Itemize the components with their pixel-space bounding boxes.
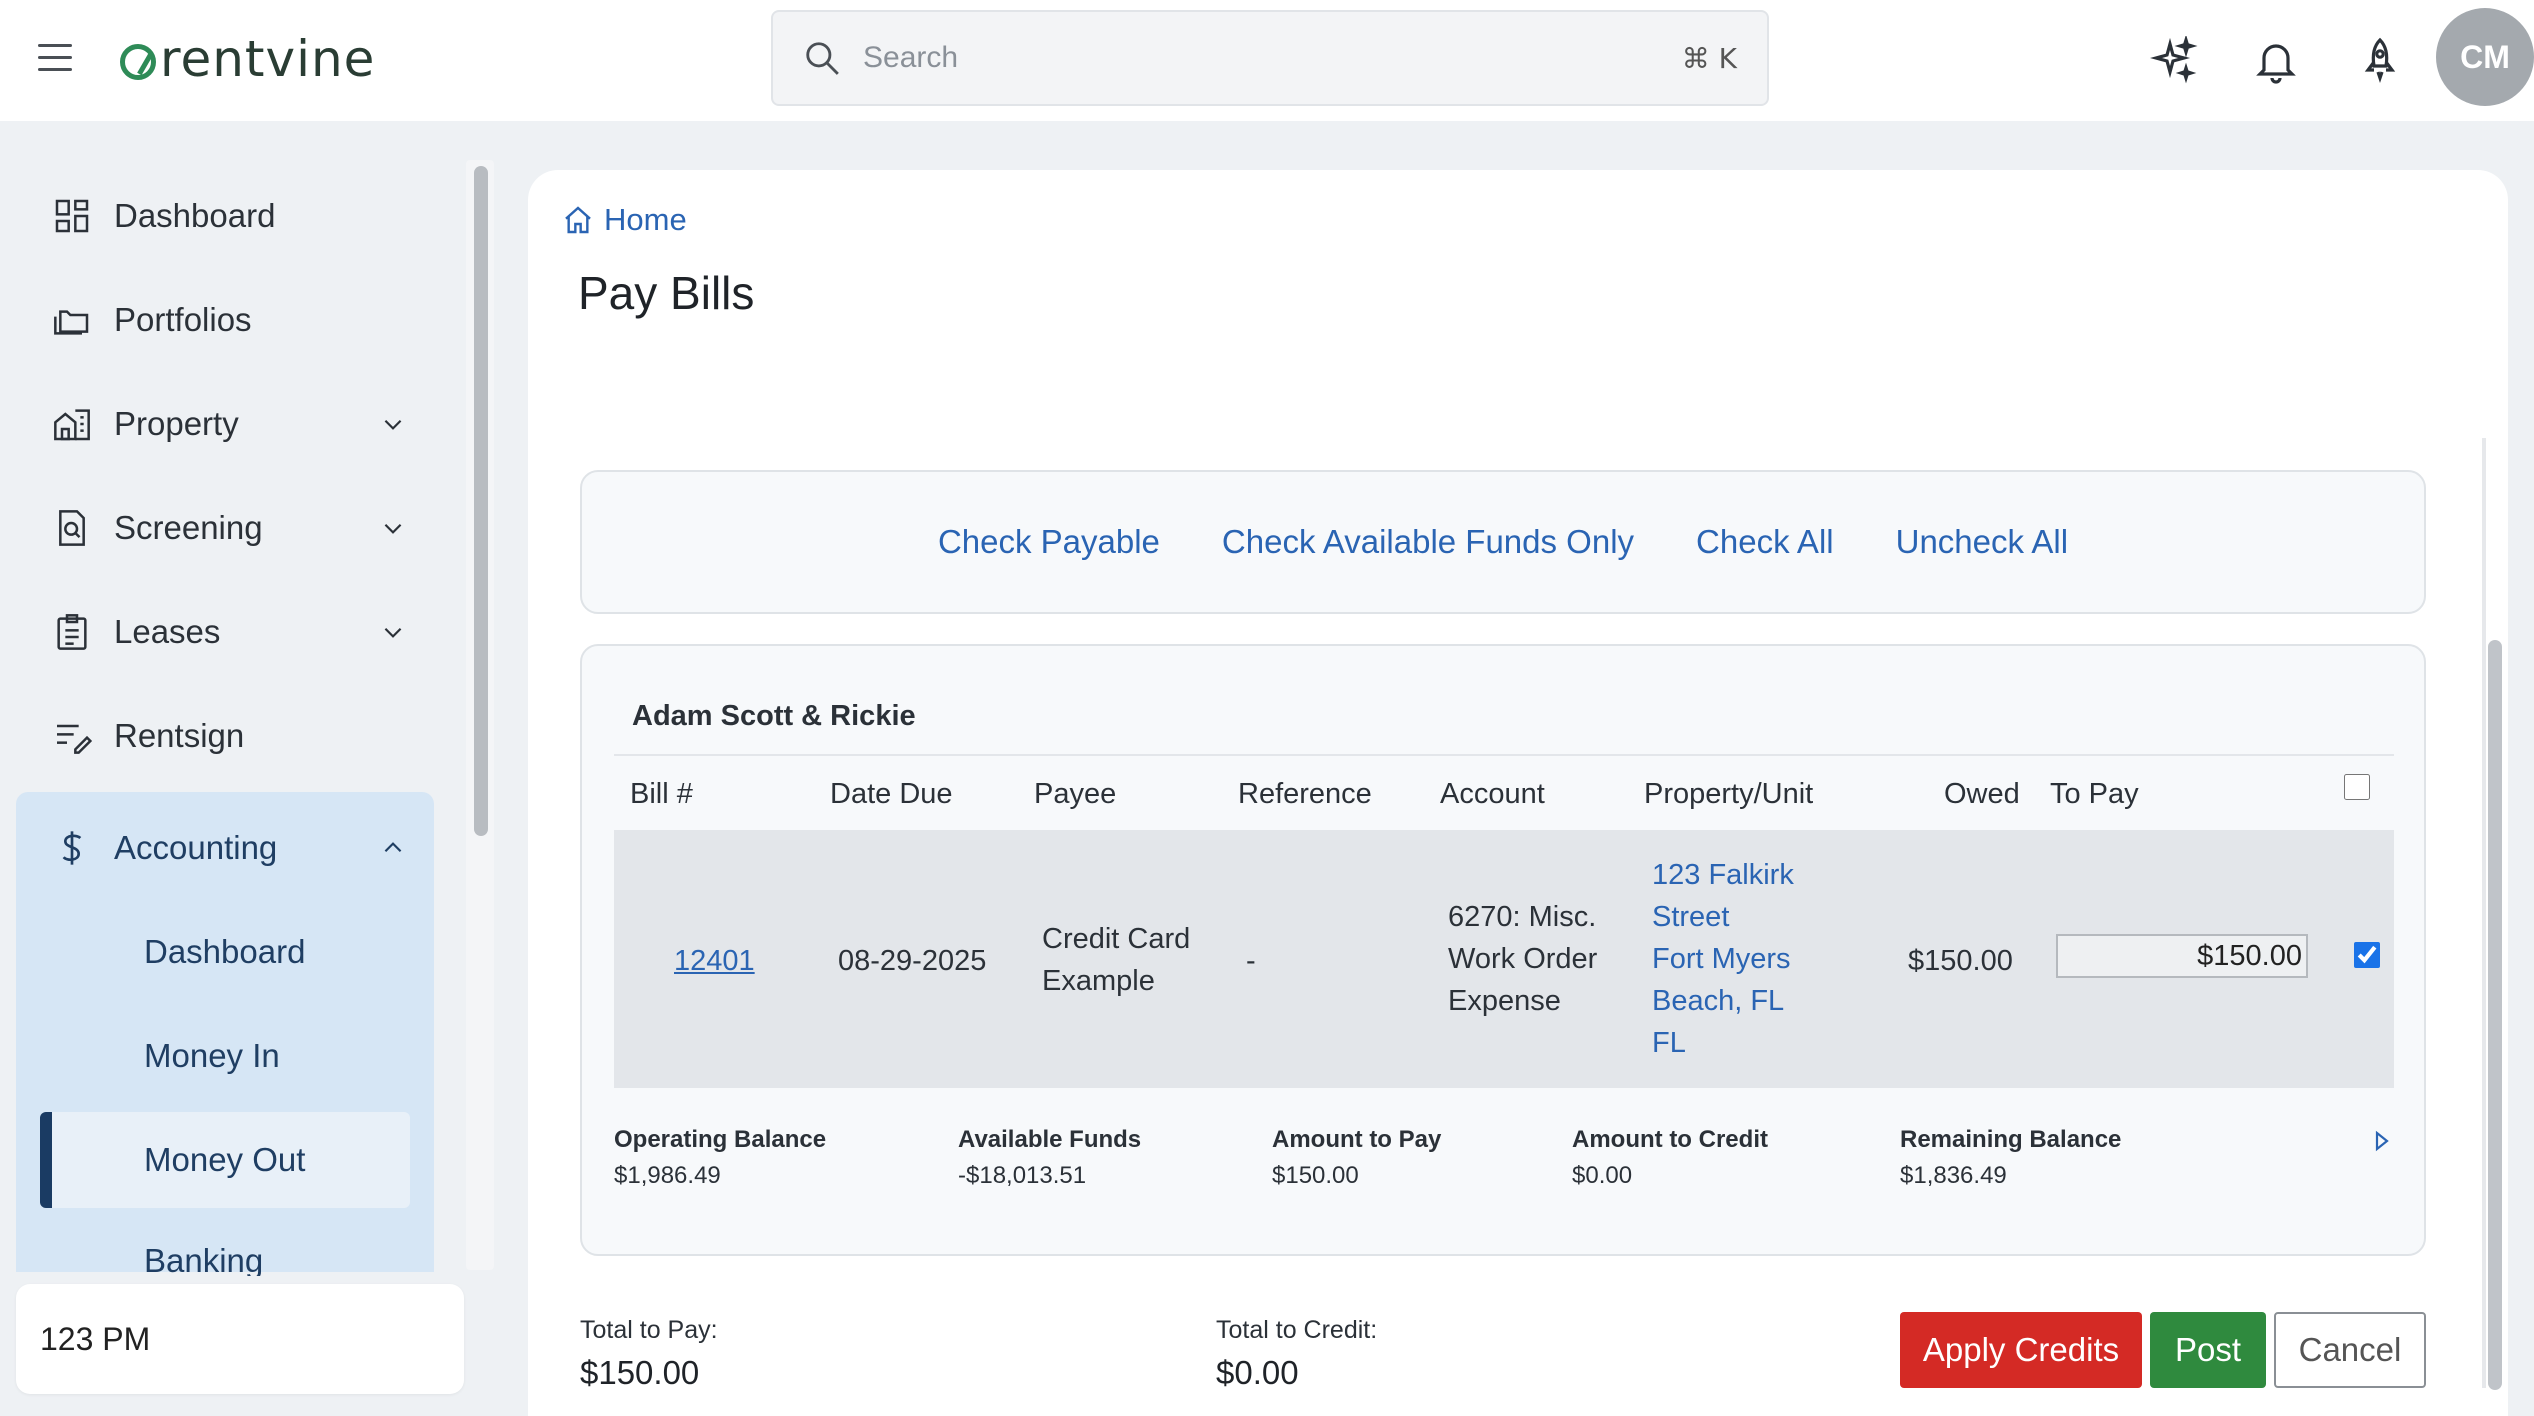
logo-leaf-icon bbox=[120, 44, 156, 80]
bill-payee: Credit Card Example bbox=[1042, 923, 1191, 997]
col-header-date-due: Date Due bbox=[830, 778, 953, 810]
search-shortcut: ⌘ K bbox=[1681, 41, 1737, 75]
document-search-icon bbox=[59, 510, 85, 546]
bell-icon[interactable] bbox=[2252, 36, 2300, 84]
building-icon bbox=[54, 409, 90, 441]
check-all-button[interactable]: Check All bbox=[1696, 523, 1834, 561]
summary-value-remaining-balance: $1,836.49 bbox=[1900, 1162, 2007, 1189]
page-title: Pay Bills bbox=[578, 267, 755, 319]
vendor-name: Adam Scott & Rickie bbox=[632, 700, 916, 732]
chevron-down-icon bbox=[384, 419, 402, 430]
check-payable-button[interactable]: Check Payable bbox=[938, 523, 1160, 561]
summary-label-amount-to-pay: Amount to Pay bbox=[1272, 1126, 1442, 1153]
chevron-down-icon bbox=[384, 627, 402, 638]
sidebar-subitem-money-in[interactable]: Money In bbox=[40, 1008, 410, 1104]
sidebar-item-label: Accounting bbox=[114, 829, 278, 866]
total-to-pay-value: $150.00 bbox=[580, 1354, 700, 1391]
sidebar-scroll-thumb[interactable] bbox=[474, 166, 488, 836]
main-scroll-thumb[interactable] bbox=[2488, 640, 2502, 1390]
summary-label-remaining-balance: Remaining Balance bbox=[1900, 1126, 2122, 1153]
col-header-property-unit: Property/Unit bbox=[1644, 778, 1814, 810]
sidebar-item-label: Portfolios bbox=[114, 301, 252, 338]
folders-icon bbox=[54, 310, 89, 335]
sidebar-item-label: Leases bbox=[114, 613, 221, 650]
sidebar-item-rentsign[interactable]: Rentsign bbox=[16, 688, 436, 784]
sidebar-item-label: Screening bbox=[114, 509, 263, 546]
sparkle-icon[interactable] bbox=[2150, 36, 2198, 84]
sidebar-item-portfolios[interactable]: Portfolios bbox=[16, 272, 436, 368]
apply-credits-button[interactable]: Apply Credits bbox=[1900, 1312, 2142, 1388]
col-header-to-pay: To Pay bbox=[2050, 778, 2139, 810]
dashboard-grid-icon bbox=[55, 199, 89, 233]
col-header-owed: Owed bbox=[1944, 778, 2020, 810]
sidebar-item-accounting[interactable]: Accounting bbox=[16, 800, 436, 896]
total-to-credit-value: $0.00 bbox=[1216, 1354, 1299, 1391]
bill-account: 6270: Misc. Work Order Expense bbox=[1448, 901, 1598, 1017]
uncheck-all-button[interactable]: Uncheck All bbox=[1896, 523, 2068, 561]
total-to-credit-label: Total to Credit: bbox=[1216, 1316, 1378, 1344]
to-pay-input[interactable] bbox=[2056, 934, 2308, 978]
summary-value-operating-balance: $1,986.49 bbox=[614, 1162, 721, 1189]
dollar-icon bbox=[62, 831, 82, 865]
home-icon bbox=[565, 206, 591, 234]
search-bar[interactable]: ⌘ K bbox=[771, 10, 1769, 106]
bill-number-link[interactable]: 12401 bbox=[674, 945, 755, 977]
breadcrumb-home[interactable]: Home bbox=[604, 202, 687, 238]
cancel-button[interactable]: Cancel bbox=[2274, 1312, 2426, 1388]
col-header-account: Account bbox=[1440, 778, 1545, 810]
main-scroll-track[interactable] bbox=[2482, 438, 2486, 1388]
header-divider bbox=[614, 754, 2394, 756]
bill-reference: - bbox=[1246, 945, 1256, 977]
bill-row-checkbox[interactable] bbox=[2354, 942, 2380, 968]
logo[interactable]: rentvine bbox=[120, 26, 375, 92]
expand-arrow-icon[interactable] bbox=[2372, 1130, 2392, 1152]
bill-property-link[interactable]: 123 Falkirk Street Fort Myers Beach, FL … bbox=[1652, 854, 1812, 1064]
summary-label-available-funds: Available Funds bbox=[958, 1126, 1142, 1153]
summary-value-amount-to-credit: $0.00 bbox=[1572, 1162, 1633, 1189]
sidebar-item-label: Dashboard bbox=[114, 197, 276, 234]
sidebar-item-leases[interactable]: Leases bbox=[16, 584, 436, 680]
search-input[interactable] bbox=[863, 41, 1682, 75]
sidebar-subitem-money-out[interactable]: Money Out bbox=[40, 1112, 410, 1208]
col-header-reference: Reference bbox=[1238, 778, 1372, 810]
summary-label-amount-to-credit: Amount to Credit bbox=[1572, 1126, 1768, 1153]
summary-value-amount-to-pay: $150.00 bbox=[1272, 1162, 1359, 1189]
breadcrumb[interactable]: Home bbox=[562, 202, 687, 238]
check-available-funds-button[interactable]: Check Available Funds Only bbox=[1222, 523, 1634, 561]
col-header-payee: Payee bbox=[1034, 778, 1117, 810]
chevron-up-icon bbox=[384, 842, 402, 853]
signature-icon bbox=[57, 724, 92, 754]
menu-icon[interactable] bbox=[38, 44, 72, 72]
sidebar-item-property[interactable]: Property bbox=[16, 376, 436, 472]
sidebar-subitem-banking[interactable]: Banking bbox=[40, 1216, 410, 1276]
summary-label-operating-balance: Operating Balance bbox=[614, 1126, 827, 1153]
col-header-bill-number: Bill # bbox=[630, 778, 693, 810]
main-panel: Home Pay Bills Check Payable Check Avail… bbox=[528, 170, 2508, 1416]
search-icon bbox=[806, 42, 839, 75]
sidebar-subitem-accounting-dashboard[interactable]: Dashboard bbox=[40, 904, 410, 1000]
logo-text: rentvine bbox=[160, 30, 376, 88]
sidebar-item-dashboard[interactable]: Dashboard bbox=[16, 168, 436, 264]
avatar[interactable]: CM bbox=[2436, 8, 2534, 106]
bills-panel: Adam Scott & Rickie Bill # Date Due Paye… bbox=[580, 644, 2426, 1256]
bill-date-due: 08-29-2025 bbox=[838, 945, 987, 977]
summary-value-available-funds: -$18,013.51 bbox=[958, 1162, 1087, 1189]
clipboard-icon bbox=[57, 614, 87, 650]
post-button[interactable]: Post bbox=[2150, 1312, 2266, 1388]
total-to-pay-label: Total to Pay: bbox=[580, 1316, 718, 1344]
select-all-checkbox[interactable] bbox=[2344, 774, 2370, 800]
check-actions-panel: Check Payable Check Available Funds Only… bbox=[580, 470, 2426, 614]
sidebar-item-screening[interactable]: Screening bbox=[16, 480, 436, 576]
clock-widget: 123 PM bbox=[16, 1284, 464, 1394]
sidebar-item-label: Rentsign bbox=[114, 717, 245, 754]
bill-owed: $150.00 bbox=[1908, 945, 2013, 977]
chevron-down-icon bbox=[384, 523, 402, 534]
top-bar: rentvine ⌘ K CM bbox=[0, 0, 2534, 121]
rocket-icon[interactable] bbox=[2356, 36, 2404, 84]
sidebar-item-label: Property bbox=[114, 405, 239, 442]
